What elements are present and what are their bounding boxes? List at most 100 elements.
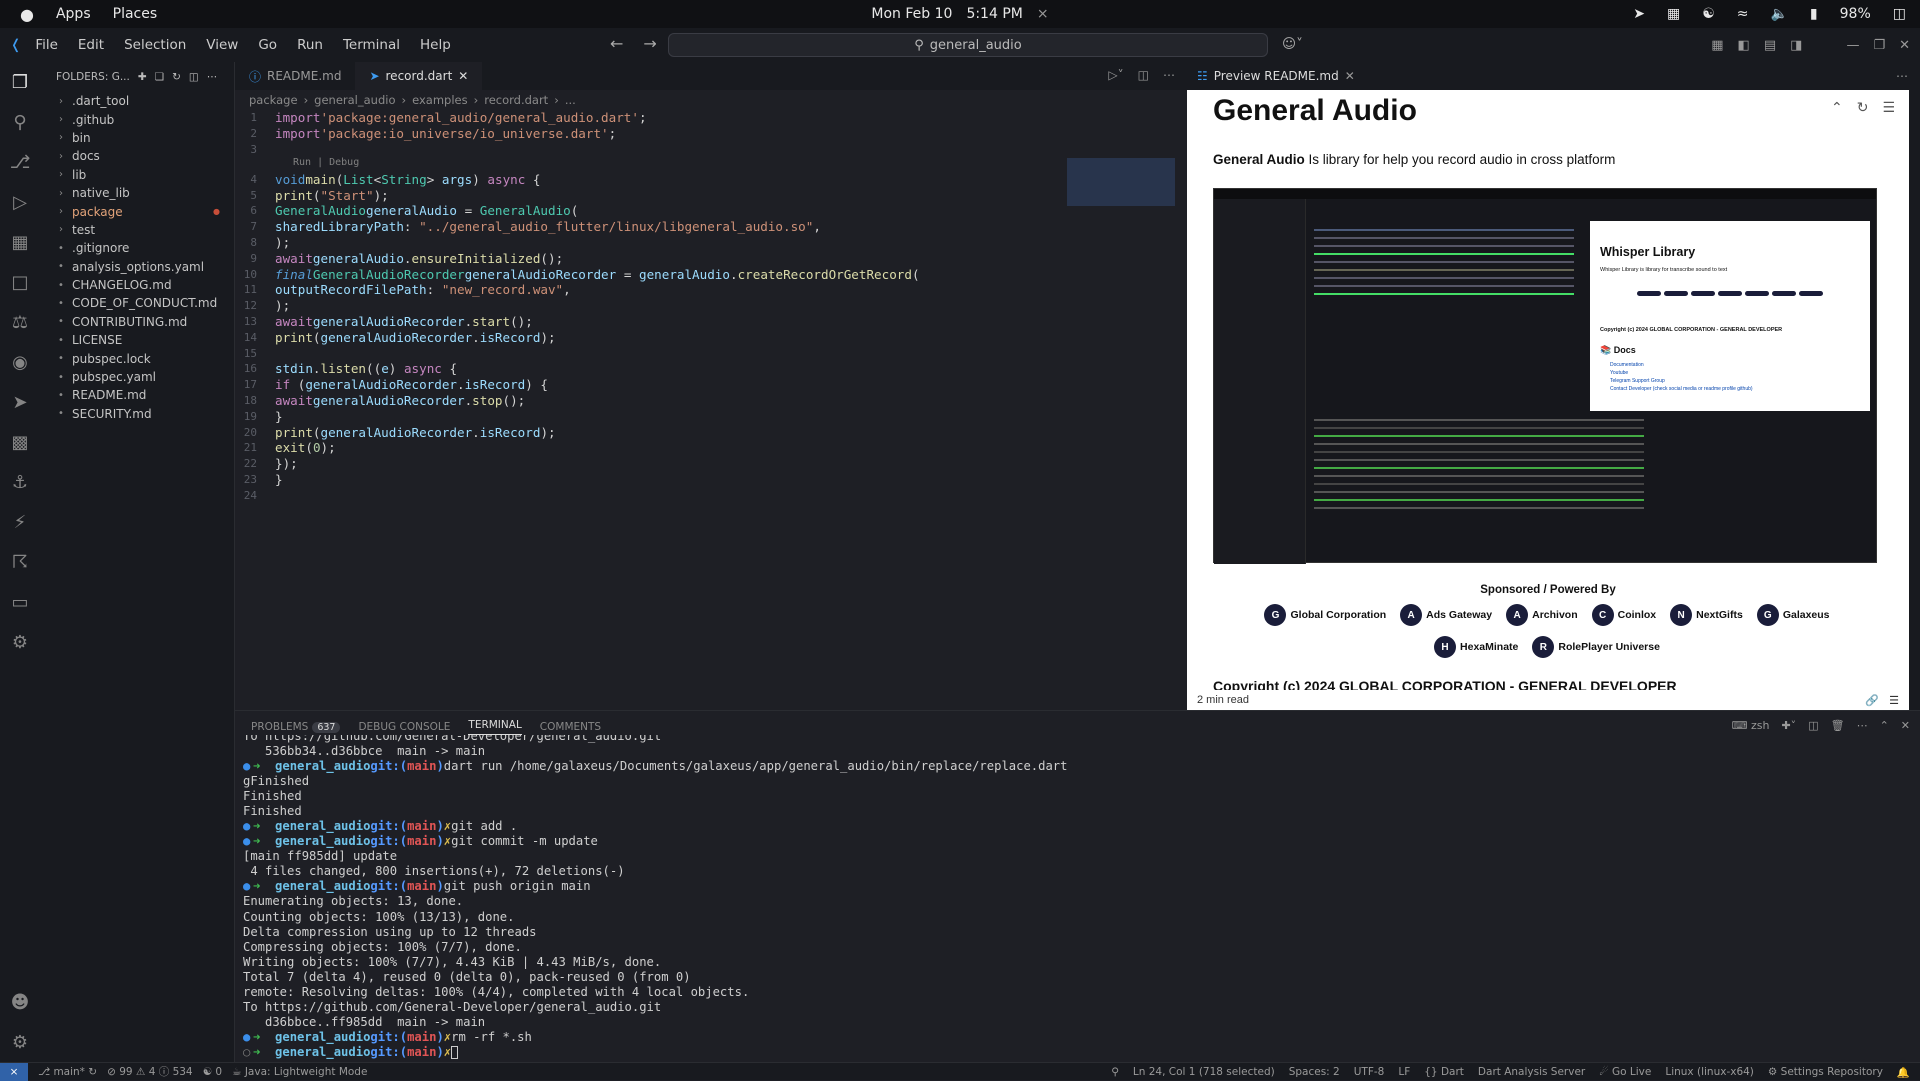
tree-folder[interactable]: › native_lib bbox=[40, 184, 234, 202]
branch-status[interactable]: ⎇ main* ↻ bbox=[38, 1066, 97, 1078]
accessibility-icon[interactable]: ☯ bbox=[1702, 6, 1715, 22]
sponsor-badge[interactable]: A Archivon bbox=[1502, 602, 1582, 628]
tree-folder[interactable]: › .github bbox=[40, 110, 234, 128]
editor-more-icon[interactable]: ⋯ bbox=[1163, 68, 1175, 82]
volume-icon[interactable]: 🔈 bbox=[1770, 6, 1787, 22]
tree-file[interactable]: • CHANGELOG.md bbox=[40, 276, 234, 294]
breadcrumb-item[interactable]: package bbox=[249, 93, 298, 107]
split-editor-icon[interactable]: ◫ bbox=[1138, 68, 1149, 82]
close-preview-icon[interactable]: ✕ bbox=[1345, 69, 1355, 83]
chevron-up-icon[interactable]: ⌃ bbox=[1831, 100, 1843, 116]
tree-file[interactable]: • CONTRIBUTING.md bbox=[40, 313, 234, 331]
remote-indicator-icon[interactable]: ⨯ bbox=[0, 1062, 28, 1081]
source-control-icon[interactable]: ⎇ bbox=[0, 142, 40, 182]
close-tab-icon[interactable]: ✕ bbox=[458, 69, 468, 83]
breadcrumb-item[interactable]: record.dart bbox=[484, 93, 548, 107]
tab-comments[interactable]: COMMENTS bbox=[540, 721, 601, 733]
ports-status[interactable]: ☯ 0 bbox=[203, 1066, 222, 1078]
new-file-icon[interactable]: ✚ bbox=[138, 71, 147, 83]
menu-edit[interactable]: Edit bbox=[78, 37, 104, 53]
date-label[interactable]: Mon Feb 10 bbox=[871, 6, 952, 22]
tree-file[interactable]: • pubspec.yaml bbox=[40, 368, 234, 386]
preview-content[interactable]: General Audio ⌃ ↻ ☰ General Audio Is lib… bbox=[1187, 90, 1909, 690]
apps-menu[interactable]: Apps bbox=[56, 6, 91, 22]
places-menu[interactable]: Places bbox=[113, 6, 158, 22]
testing-icon[interactable]: ⚖ bbox=[0, 302, 40, 342]
tree-folder[interactable]: › docs bbox=[40, 147, 234, 165]
tree-folder[interactable]: › test bbox=[40, 221, 234, 239]
encoding[interactable]: UTF-8 bbox=[1354, 1066, 1385, 1078]
kill-terminal-icon[interactable]: 🗑 bbox=[1831, 719, 1845, 732]
containers-icon[interactable]: ▩ bbox=[0, 422, 40, 462]
tree-file[interactable]: • analysis_options.yaml bbox=[40, 258, 234, 276]
window-switch-icon[interactable]: ▦ bbox=[1667, 6, 1680, 22]
eol[interactable]: LF bbox=[1398, 1066, 1410, 1078]
search-view-icon[interactable]: ⚲ bbox=[0, 102, 40, 142]
battery-icon[interactable]: ▮ bbox=[1810, 6, 1818, 22]
tree-file[interactable]: • .gitignore bbox=[40, 239, 234, 257]
tab-terminal[interactable]: TERMINAL bbox=[468, 719, 522, 735]
sponsor-badge[interactable]: G Global Corporation bbox=[1260, 602, 1390, 628]
tools-icon[interactable]: ⚙ bbox=[0, 622, 40, 662]
tab-problems[interactable]: PROBLEMS 637 bbox=[251, 721, 341, 733]
flutter-icon[interactable]: ➤ bbox=[0, 382, 40, 422]
menu-terminal[interactable]: Terminal bbox=[343, 37, 400, 53]
run-file-icon[interactable]: ▷˅ bbox=[1108, 68, 1123, 82]
tree-file[interactable]: • pubspec.lock bbox=[40, 349, 234, 367]
sponsor-badge[interactable]: A Ads Gateway bbox=[1396, 602, 1496, 628]
collapse-icon[interactable]: ◫ bbox=[189, 71, 199, 83]
more-icon[interactable]: ⋯ bbox=[207, 71, 218, 83]
indentation[interactable]: Spaces: 2 bbox=[1289, 1066, 1340, 1078]
menu-help[interactable]: Help bbox=[420, 37, 451, 53]
toggle-sidebar-icon[interactable]: ◧ bbox=[1738, 38, 1750, 53]
customize-layout-icon[interactable]: ▦ bbox=[1711, 38, 1723, 53]
explorer-icon[interactable]: ❐ bbox=[0, 62, 40, 102]
tree-folder[interactable]: › lib bbox=[40, 166, 234, 184]
minimap[interactable] bbox=[1067, 158, 1175, 206]
tree-folder[interactable]: › .dart_tool bbox=[40, 92, 234, 110]
codelens-run-debug[interactable]: Run | Debug bbox=[235, 157, 1187, 171]
layout-icon[interactable]: ◫ bbox=[1893, 6, 1906, 22]
thunder-icon[interactable]: ⚡ bbox=[0, 502, 40, 542]
toggle-secondary-sidebar-icon[interactable]: ◨ bbox=[1790, 38, 1802, 53]
breadcrumb-item[interactable]: ... bbox=[565, 93, 576, 107]
remote-explorer-icon[interactable]: □ bbox=[0, 262, 40, 302]
run-debug-icon[interactable]: ▷ bbox=[0, 182, 40, 222]
toc-icon[interactable]: ☰ bbox=[1889, 694, 1899, 707]
forward-arrow-icon[interactable]: → bbox=[643, 34, 656, 53]
tab-record-dart[interactable]: ➤ record.dart ✕ bbox=[355, 62, 483, 90]
rest-icon[interactable]: ☈ bbox=[0, 542, 40, 582]
toggle-panel-icon[interactable]: ▤ bbox=[1764, 38, 1776, 53]
settings-repository[interactable]: ⚙ Settings Repository bbox=[1768, 1066, 1883, 1078]
refresh-icon[interactable]: ↻ bbox=[172, 71, 181, 83]
breadcrumb-item[interactable]: examples bbox=[412, 93, 468, 107]
platform[interactable]: Linux (linux-x64) bbox=[1665, 1066, 1754, 1078]
close-window-icon[interactable]: ✕ bbox=[1899, 38, 1910, 53]
api-icon[interactable]: ▭ bbox=[0, 582, 40, 622]
menu-file[interactable]: File bbox=[35, 37, 58, 53]
sponsor-badge[interactable]: G Galaxeus bbox=[1753, 602, 1834, 628]
wifi-icon[interactable]: ≈ bbox=[1737, 6, 1749, 22]
link-icon[interactable]: 🔗 bbox=[1865, 694, 1879, 707]
telegram-icon[interactable]: ➤ bbox=[1633, 6, 1645, 22]
tree-folder[interactable]: › package ● bbox=[40, 202, 234, 220]
java-status[interactable]: ☕ Java: Lightweight Mode bbox=[232, 1066, 367, 1078]
tree-file[interactable]: • LICENSE bbox=[40, 331, 234, 349]
terminal-output[interactable]: To https://github.com/General-Developer/… bbox=[243, 735, 1067, 1060]
minimize-icon[interactable]: — bbox=[1846, 38, 1859, 53]
cursor-position[interactable]: Ln 24, Col 1 (718 selected) bbox=[1133, 1066, 1275, 1078]
docker-icon[interactable]: ⚓ bbox=[0, 462, 40, 502]
sponsor-badge[interactable]: H HexaMinate bbox=[1430, 634, 1522, 660]
sponsor-badge[interactable]: R RolePlayer Universe bbox=[1528, 634, 1664, 660]
code-area[interactable]: 1 import 'package:general_audio/general_a… bbox=[235, 110, 1187, 503]
tab-debug-console[interactable]: DEBUG CONSOLE bbox=[358, 721, 450, 733]
tree-file[interactable]: • SECURITY.md bbox=[40, 405, 234, 423]
language-mode[interactable]: {} Dart bbox=[1424, 1066, 1464, 1078]
manage-gear-icon[interactable]: ⚙ bbox=[0, 1022, 40, 1062]
dart-analysis-server[interactable]: Dart Analysis Server bbox=[1478, 1066, 1585, 1078]
menu-view[interactable]: View bbox=[206, 37, 238, 53]
breadcrumb-item[interactable]: general_audio bbox=[314, 93, 395, 107]
split-terminal-icon[interactable]: ◫ bbox=[1808, 719, 1818, 732]
tree-folder[interactable]: › bin bbox=[40, 129, 234, 147]
menu-run[interactable]: Run bbox=[297, 37, 323, 53]
